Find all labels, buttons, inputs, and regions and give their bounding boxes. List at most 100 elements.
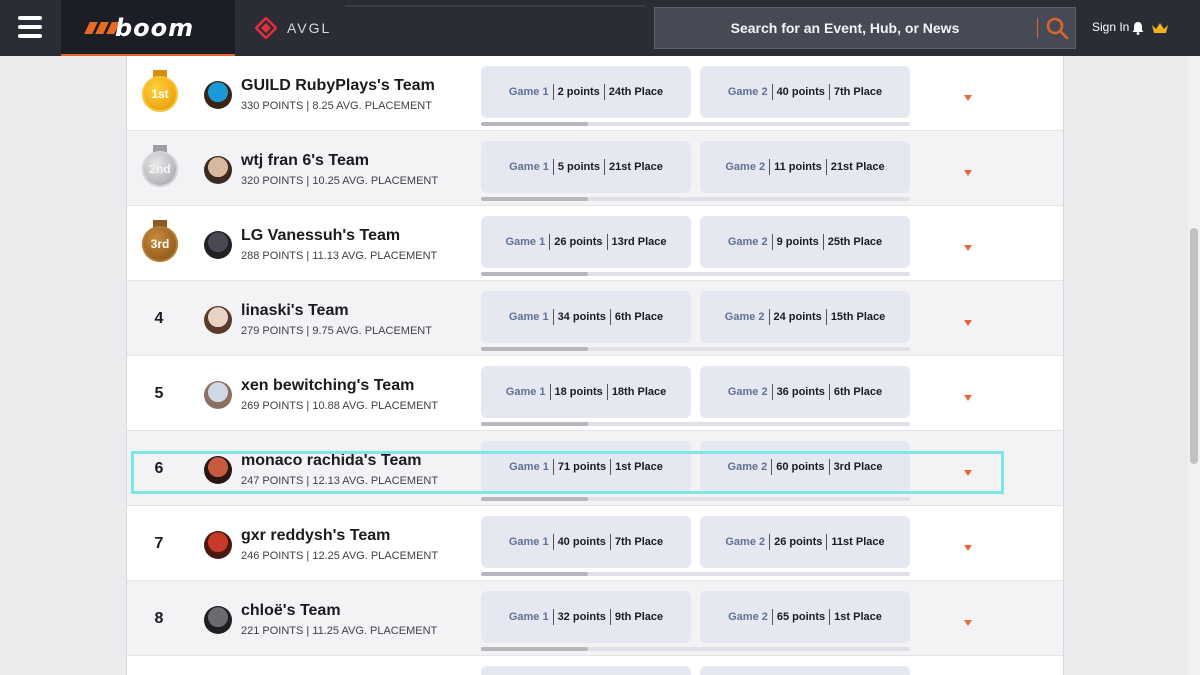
scrollbar-thumb[interactable] bbox=[1190, 228, 1198, 464]
leaderboard-row[interactable]: 1st GUILD RubyPlays's Team 330 POINTS | … bbox=[127, 56, 1063, 131]
team-name[interactable]: wtj fran 6's Team bbox=[241, 152, 369, 170]
divider bbox=[604, 159, 606, 175]
search-input[interactable]: Search for an Event, Hub, or News bbox=[655, 8, 1035, 48]
games-scroll-track[interactable] bbox=[481, 272, 910, 276]
games-scroll-thumb[interactable] bbox=[481, 122, 589, 126]
boom-logo[interactable]: boom bbox=[61, 0, 235, 56]
chevron-down-icon[interactable] bbox=[964, 545, 972, 551]
chevron-down-icon[interactable] bbox=[964, 320, 972, 326]
team-stats: 269 POINTS | 10.88 AVG. PLACEMENT bbox=[241, 400, 439, 412]
chevron-down-icon[interactable] bbox=[964, 170, 972, 176]
chevron-down-icon[interactable] bbox=[964, 620, 972, 626]
game-label: Game 1 bbox=[505, 386, 546, 398]
games-scroll-thumb[interactable] bbox=[481, 497, 589, 501]
team-avatar[interactable] bbox=[204, 531, 232, 559]
game-label: Game 2 bbox=[727, 461, 768, 473]
games-scroll-thumb[interactable] bbox=[481, 422, 589, 426]
chevron-down-icon[interactable] bbox=[964, 470, 972, 476]
divider bbox=[769, 159, 771, 175]
leaderboard-row[interactable]: 5 xen bewitching's Team 269 POINTS | 10.… bbox=[127, 356, 1063, 431]
team-stats: 221 POINTS | 11.25 AVG. PLACEMENT bbox=[241, 625, 438, 637]
game-1-card[interactable]: Game 1 5 points 21st Place bbox=[481, 141, 691, 193]
team-stats: 288 POINTS | 11.13 AVG. PLACEMENT bbox=[241, 250, 438, 262]
team-avatar[interactable] bbox=[204, 606, 232, 634]
games-scroll-track[interactable] bbox=[481, 422, 910, 426]
sign-in-link[interactable]: Sign In bbox=[1092, 20, 1129, 34]
game-2-card[interactable]: Game 2 40 points 7th Place bbox=[700, 66, 910, 118]
game-1-card[interactable]: Game 1 26 points 13rd Place bbox=[481, 216, 691, 268]
game-1-card[interactable]: Game 1 40 points 7th Place bbox=[481, 516, 691, 568]
games-scroll-track[interactable] bbox=[481, 647, 910, 651]
team-stats: 320 POINTS | 10.25 AVG. PLACEMENT bbox=[241, 175, 439, 187]
game-place: 6th Place bbox=[833, 386, 883, 398]
game-2-card[interactable]: Game 2 11 points 21st Place bbox=[700, 141, 910, 193]
team-avatar[interactable] bbox=[204, 306, 232, 334]
games-scroll-thumb[interactable] bbox=[481, 572, 589, 576]
team-name[interactable]: xen bewitching's Team bbox=[241, 377, 414, 395]
divider bbox=[603, 84, 605, 100]
leaderboard-row[interactable]: 2nd wtj fran 6's Team 320 POINTS | 10.25… bbox=[127, 131, 1063, 206]
game-1-card[interactable]: Game 1 2 points 24th Place bbox=[481, 66, 691, 118]
divider bbox=[606, 234, 608, 250]
game-1-card[interactable]: Game 1 18 points 18th Place bbox=[481, 366, 691, 418]
game-2-card[interactable]: Game 2 65 points 1st Place bbox=[700, 591, 910, 643]
game-place: 9th Place bbox=[614, 611, 664, 623]
games-scroll-track[interactable] bbox=[481, 497, 910, 501]
leaderboard-panel: 1st GUILD RubyPlays's Team 330 POINTS | … bbox=[126, 56, 1064, 675]
game-place: 3rd Place bbox=[833, 461, 883, 473]
team-name[interactable]: chloë's Team bbox=[241, 602, 341, 620]
team-avatar[interactable] bbox=[204, 231, 232, 259]
games-scroll-track[interactable] bbox=[481, 197, 910, 201]
game-2-card[interactable]: Game 2 9 points 25th Place bbox=[700, 216, 910, 268]
team-name[interactable]: linaski's Team bbox=[241, 302, 349, 320]
team-avatar[interactable] bbox=[204, 156, 232, 184]
search-bar[interactable]: Search for an Event, Hub, or News bbox=[654, 7, 1076, 49]
team-name[interactable]: LG Vanessuh's Team bbox=[241, 227, 400, 245]
game-2-card[interactable]: Game 2 60 points 3rd Place bbox=[700, 441, 910, 493]
divider bbox=[549, 234, 551, 250]
avgl-logo[interactable]: AVGL bbox=[255, 15, 331, 41]
chevron-down-icon[interactable] bbox=[964, 95, 972, 101]
medal-rank: 1st bbox=[142, 76, 178, 112]
game-2-card[interactable]: Game 2 24 points 15th Place bbox=[700, 291, 910, 343]
games-scroll-thumb[interactable] bbox=[481, 197, 589, 201]
crown-icon[interactable] bbox=[1152, 22, 1168, 34]
games-scroll-track[interactable] bbox=[481, 122, 910, 126]
divider bbox=[828, 84, 830, 100]
team-avatar[interactable] bbox=[204, 381, 232, 409]
leaderboard-row[interactable]: 8 chloë's Team 221 POINTS | 11.25 AVG. P… bbox=[127, 581, 1063, 656]
games-scroll-track[interactable] bbox=[481, 347, 910, 351]
bell-icon[interactable] bbox=[1132, 21, 1144, 35]
hamburger-icon[interactable] bbox=[18, 16, 42, 38]
games-scroll-thumb[interactable] bbox=[481, 272, 589, 276]
chevron-down-icon[interactable] bbox=[964, 395, 972, 401]
games-scroll-track[interactable] bbox=[481, 572, 910, 576]
game-place: 15th Place bbox=[830, 311, 886, 323]
divider bbox=[552, 159, 554, 175]
game-2-card[interactable]: Game 2 36 points 6th Place bbox=[700, 366, 910, 418]
divider bbox=[771, 234, 773, 250]
game-label: Game 1 bbox=[509, 461, 549, 473]
leaderboard-row[interactable]: 3rd LG Vanessuh's Team 288 POINTS | 11.1… bbox=[127, 206, 1063, 281]
team-avatar[interactable] bbox=[204, 456, 232, 484]
search-icon[interactable] bbox=[1045, 16, 1069, 40]
team-name[interactable]: monaco rachida's Team bbox=[241, 452, 421, 470]
leaderboard-row[interactable]: 7 gxr reddysh's Team 246 POINTS | 12.25 … bbox=[127, 506, 1063, 581]
team-name[interactable]: GUILD RubyPlays's Team bbox=[241, 77, 435, 95]
team-name[interactable]: gxr reddysh's Team bbox=[241, 527, 390, 545]
game-place: 1st Place bbox=[615, 461, 663, 473]
chevron-down-icon[interactable] bbox=[964, 245, 972, 251]
leaderboard-row[interactable]: 4 linaski's Team 279 POINTS | 9.75 AVG. … bbox=[127, 281, 1063, 356]
leaderboard-row[interactable]: 6 monaco rachida's Team 247 POINTS | 12.… bbox=[127, 431, 1063, 506]
game-label: Game 2 bbox=[725, 161, 766, 173]
game-1-card[interactable]: Game 1 32 points 9th Place bbox=[481, 591, 691, 643]
top-nav-bar: boom AVGL Search for an Event, Hub, or N… bbox=[0, 0, 1200, 56]
game-points: 9 points bbox=[776, 236, 819, 248]
team-avatar[interactable] bbox=[204, 81, 232, 109]
scrollbar[interactable] bbox=[1188, 56, 1200, 675]
games-scroll-thumb[interactable] bbox=[481, 647, 589, 651]
game-1-card[interactable]: Game 1 71 points 1st Place bbox=[481, 441, 691, 493]
game-1-card[interactable]: Game 1 34 points 6th Place bbox=[481, 291, 691, 343]
games-scroll-thumb[interactable] bbox=[481, 347, 589, 351]
game-2-card[interactable]: Game 2 26 points 11st Place bbox=[700, 516, 910, 568]
